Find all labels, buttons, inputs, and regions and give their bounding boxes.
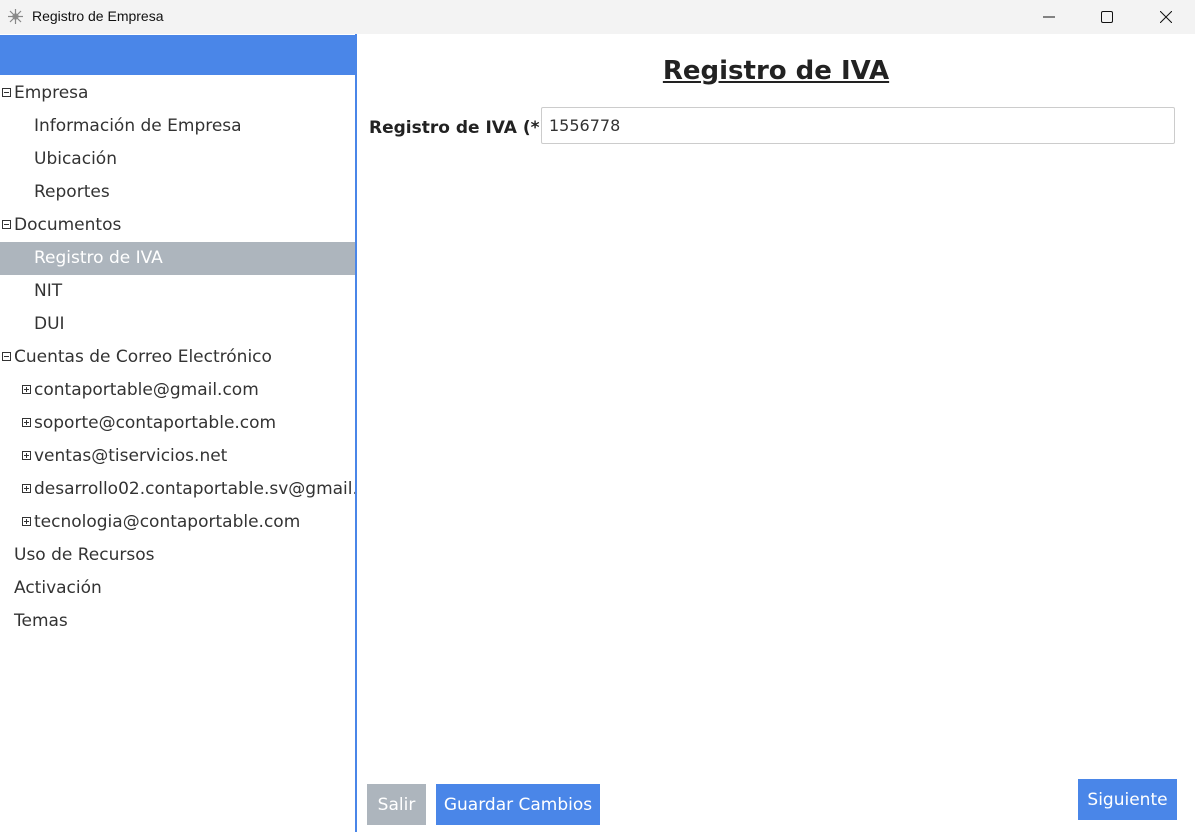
tree-item-email-account[interactable]: tecnologia@contaportable.com — [0, 506, 355, 539]
window-title: Registro de Empresa — [32, 8, 164, 24]
tree-item-label: Registro de IVA — [34, 248, 163, 268]
tree-item-email-account[interactable]: contaportable@gmail.com — [0, 374, 355, 407]
iva-registry-label: Registro de IVA (*) — [369, 118, 548, 138]
iva-registry-input[interactable] — [541, 107, 1175, 144]
tree-item-label: Información de Empresa — [34, 116, 242, 136]
gear-flower-icon — [8, 9, 23, 24]
tree-item-uso-recursos[interactable]: Uso de Recursos — [0, 539, 355, 572]
expand-icon[interactable] — [22, 385, 31, 394]
save-changes-button[interactable]: Guardar Cambios — [436, 784, 600, 825]
tree-item-dui[interactable]: DUI — [0, 308, 355, 341]
tree-item-label: Cuentas de Correo Electrónico — [14, 347, 272, 367]
tree-item-label: Ubicación — [34, 149, 117, 169]
navigation-tree: Empresa Información de Empresa Ubicación… — [0, 77, 355, 638]
tree-item-label: Temas — [14, 611, 68, 631]
expand-icon[interactable] — [22, 484, 31, 493]
page-title: Registro de IVA — [662, 56, 890, 86]
tree-item-label: DUI — [34, 314, 65, 334]
tree-item-label: desarrollo02.contaportable.sv@gmail.com — [34, 479, 357, 499]
tree-item-empresa[interactable]: Empresa — [0, 77, 355, 110]
tree-item-ubicacion[interactable]: Ubicación — [0, 143, 355, 176]
maximize-button[interactable] — [1078, 0, 1136, 34]
tree-item-email-account[interactable]: ventas@tiservicios.net — [0, 440, 355, 473]
collapse-icon[interactable] — [2, 220, 11, 229]
tree-item-email-account[interactable]: soporte@contaportable.com — [0, 407, 355, 440]
close-button[interactable] — [1137, 0, 1195, 34]
tree-item-label: soporte@contaportable.com — [34, 413, 277, 433]
tree-item-label: Uso de Recursos — [14, 545, 155, 565]
tree-item-label: Empresa — [14, 83, 89, 103]
expand-icon[interactable] — [22, 517, 31, 526]
tree-item-label: Documentos — [14, 215, 122, 235]
tree-item-temas[interactable]: Temas — [0, 605, 355, 638]
tree-item-informacion-empresa[interactable]: Información de Empresa — [0, 110, 355, 143]
sidebar: Empresa Información de Empresa Ubicación… — [0, 34, 357, 832]
expand-icon[interactable] — [22, 418, 31, 427]
collapse-icon[interactable] — [2, 88, 11, 97]
next-button[interactable]: Siguiente — [1078, 779, 1177, 820]
tree-item-label: Activación — [14, 578, 102, 598]
maximize-icon — [1101, 11, 1113, 23]
main-panel: Registro de IVA Registro de IVA (*) Sali… — [357, 34, 1195, 832]
minimize-button[interactable] — [1020, 0, 1078, 34]
tree-item-reportes[interactable]: Reportes — [0, 176, 355, 209]
tree-item-activacion[interactable]: Activación — [0, 572, 355, 605]
minimize-icon — [1043, 16, 1055, 18]
close-icon — [1160, 11, 1172, 23]
sidebar-header — [0, 35, 355, 75]
tree-item-email-account[interactable]: desarrollo02.contaportable.sv@gmail.com — [0, 473, 355, 506]
tree-item-label: ventas@tiservicios.net — [34, 446, 228, 466]
tree-item-label: contaportable@gmail.com — [34, 380, 259, 400]
expand-icon[interactable] — [22, 451, 31, 460]
tree-item-documentos[interactable]: Documentos — [0, 209, 355, 242]
tree-item-label: tecnologia@contaportable.com — [34, 512, 301, 532]
tree-item-registro-iva[interactable]: Registro de IVA — [0, 242, 355, 275]
tree-item-label: Reportes — [34, 182, 110, 202]
tree-item-label: NIT — [34, 281, 63, 301]
tree-item-cuentas-correo[interactable]: Cuentas de Correo Electrónico — [0, 341, 355, 374]
exit-button[interactable]: Salir — [367, 784, 426, 825]
window-titlebar: Registro de Empresa — [0, 0, 1195, 34]
tree-item-nit[interactable]: NIT — [0, 275, 355, 308]
collapse-icon[interactable] — [2, 352, 11, 361]
